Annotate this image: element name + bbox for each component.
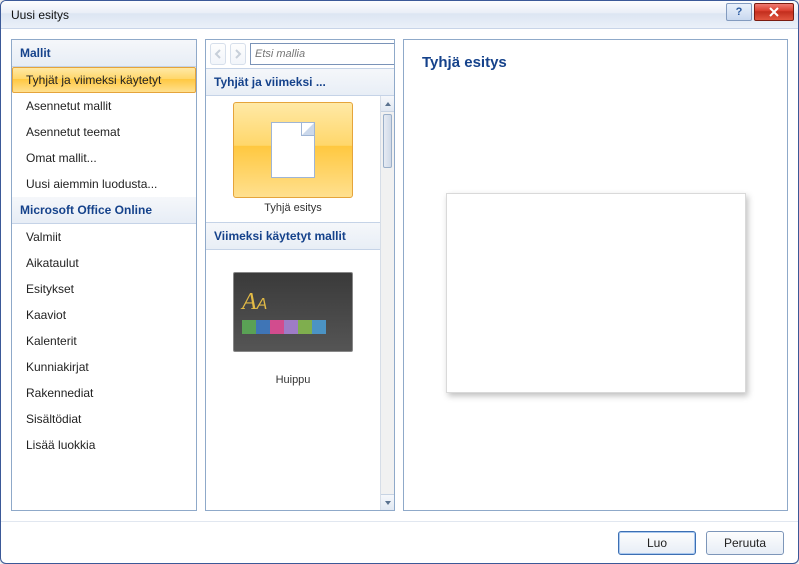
sidebar-item-more-categories[interactable]: Lisää luokkia bbox=[12, 432, 196, 458]
dialog-title: Uusi esitys bbox=[11, 8, 69, 22]
preview-area bbox=[422, 85, 769, 500]
template-thumb: AA bbox=[233, 272, 353, 352]
template-scrollbar[interactable] bbox=[380, 96, 394, 510]
nav-forward-button[interactable] bbox=[230, 43, 246, 65]
nav-back-button[interactable] bbox=[210, 43, 226, 65]
sidebar: Mallit Tyhjät ja viimeksi käytetyt Asenn… bbox=[11, 39, 197, 511]
sidebar-heading-templates: Mallit bbox=[12, 40, 196, 67]
sidebar-item-certificates[interactable]: Kunniakirjat bbox=[12, 354, 196, 380]
sidebar-item-label: Omat mallit... bbox=[26, 151, 97, 165]
sidebar-item-label: Kaaviot bbox=[26, 308, 66, 322]
sidebar-item-label: Asennetut mallit bbox=[26, 99, 111, 113]
sidebar-item-content-slides[interactable]: Sisältödiat bbox=[12, 406, 196, 432]
triangle-down-icon bbox=[384, 499, 392, 507]
preview-pane: Tyhjä esitys bbox=[403, 39, 788, 511]
cancel-button[interactable]: Peruuta bbox=[706, 531, 784, 555]
search-box bbox=[250, 43, 395, 65]
scroll-down-button[interactable] bbox=[381, 494, 394, 510]
section-recent-heading: Viimeksi käytetyt mallit bbox=[206, 222, 380, 250]
theme-swatches bbox=[242, 320, 326, 334]
template-thumb bbox=[233, 102, 353, 198]
sidebar-item-label: Kunniakirjat bbox=[26, 360, 89, 374]
template-label: Huippu bbox=[276, 374, 311, 386]
new-presentation-dialog: Uusi esitys ? Mallit Tyhjät ja viimeksi … bbox=[0, 0, 799, 564]
theme-aa-icon: AA bbox=[242, 290, 267, 314]
sidebar-item-installed-themes[interactable]: Asennetut teemat bbox=[12, 119, 196, 145]
sidebar-item-label: Kalenterit bbox=[26, 334, 77, 348]
preview-title: Tyhjä esitys bbox=[422, 50, 769, 85]
sidebar-item-label: Tyhjät ja viimeksi käytetyt bbox=[26, 73, 161, 87]
template-scroll-area: Tyhjä esitys Viimeksi käytetyt mallit AA… bbox=[206, 96, 394, 510]
search-input[interactable] bbox=[251, 44, 395, 64]
close-icon bbox=[768, 7, 780, 17]
sidebar-item-calendars[interactable]: Kalenterit bbox=[12, 328, 196, 354]
sidebar-item-label: Asennetut teemat bbox=[26, 125, 120, 139]
help-button[interactable]: ? bbox=[726, 3, 752, 21]
sidebar-item-presentations[interactable]: Esitykset bbox=[12, 276, 196, 302]
sidebar-item-new-from-existing[interactable]: Uusi aiemmin luodusta... bbox=[12, 171, 196, 197]
close-button[interactable] bbox=[754, 3, 794, 21]
sidebar-item-label: Uusi aiemmin luodusta... bbox=[26, 177, 157, 191]
sidebar-item-installed-templates[interactable]: Asennetut mallit bbox=[12, 93, 196, 119]
arrow-left-icon bbox=[211, 47, 225, 61]
sidebar-item-label: Esitykset bbox=[26, 282, 74, 296]
sidebar-item-featured[interactable]: Valmiit bbox=[12, 224, 196, 250]
sidebar-item-label: Lisää luokkia bbox=[26, 438, 95, 452]
sidebar-item-schedules[interactable]: Aikataulut bbox=[12, 250, 196, 276]
sidebar-item-my-templates[interactable]: Omat mallit... bbox=[12, 145, 196, 171]
sidebar-item-label: Valmiit bbox=[26, 230, 61, 244]
sidebar-item-blank-recent[interactable]: Tyhjät ja viimeksi käytetyt bbox=[12, 67, 196, 93]
titlebar[interactable]: Uusi esitys ? bbox=[1, 1, 798, 29]
dialog-body: Mallit Tyhjät ja viimeksi käytetyt Asenn… bbox=[1, 29, 798, 521]
section-blank-heading: Tyhjät ja viimeksi ... bbox=[206, 68, 394, 96]
sidebar-item-design-slides[interactable]: Rakennediat bbox=[12, 380, 196, 406]
sidebar-item-label: Rakennediat bbox=[26, 386, 93, 400]
dialog-footer: Luo Peruuta bbox=[1, 521, 798, 563]
sidebar-item-label: Aikataulut bbox=[26, 256, 79, 270]
scroll-up-button[interactable] bbox=[381, 96, 394, 112]
sidebar-heading-online: Microsoft Office Online bbox=[12, 197, 196, 224]
sidebar-item-charts[interactable]: Kaaviot bbox=[12, 302, 196, 328]
sidebar-item-label: Sisältödiat bbox=[26, 412, 81, 426]
template-label: Tyhjä esitys bbox=[264, 202, 321, 214]
triangle-up-icon bbox=[384, 100, 392, 108]
preview-slide bbox=[446, 193, 746, 393]
blank-page-icon bbox=[271, 122, 315, 178]
template-list-pane: Tyhjät ja viimeksi ... Tyhjä esitys Viim… bbox=[205, 39, 395, 511]
template-toolbar bbox=[206, 40, 394, 68]
template-item-recent[interactable]: AA Huippu bbox=[212, 272, 374, 386]
scroll-thumb[interactable] bbox=[383, 114, 392, 168]
create-button[interactable]: Luo bbox=[618, 531, 696, 555]
template-item-blank[interactable]: Tyhjä esitys bbox=[212, 102, 374, 214]
arrow-right-icon bbox=[231, 47, 245, 61]
